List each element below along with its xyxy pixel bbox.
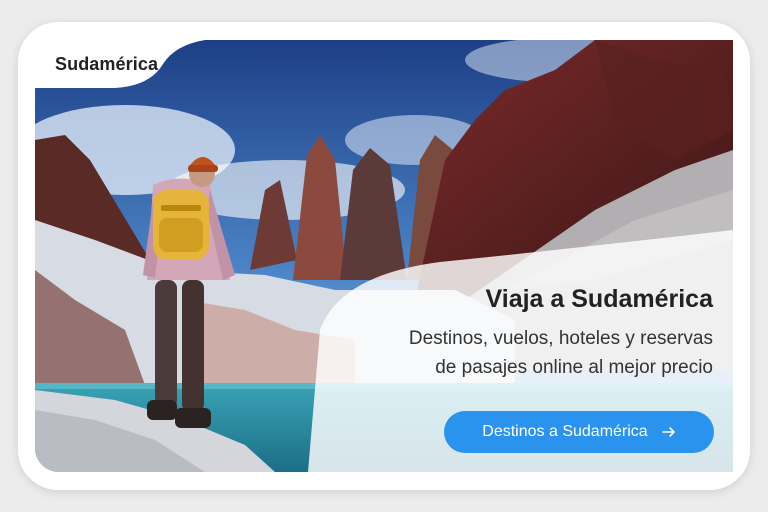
cta-label: Destinos a Sudamérica (482, 423, 648, 440)
hero-image (35, 40, 733, 472)
subline-2: de pasajes online al mejor precio (435, 357, 713, 378)
headline: Viaja a Sudamérica (485, 285, 713, 313)
subline-1: Destinos, vuelos, hoteles y reservas (408, 328, 713, 349)
hero-text-block: Viaja a Sudamérica Destinos, vuelos, hot… (333, 285, 713, 382)
region-tag: Sudamérica (35, 40, 205, 88)
arrow-right-icon (661, 427, 675, 437)
region-tag-label: Sudamérica (55, 54, 159, 74)
destinations-cta-button[interactable]: Destinos a Sudamérica (444, 411, 714, 453)
